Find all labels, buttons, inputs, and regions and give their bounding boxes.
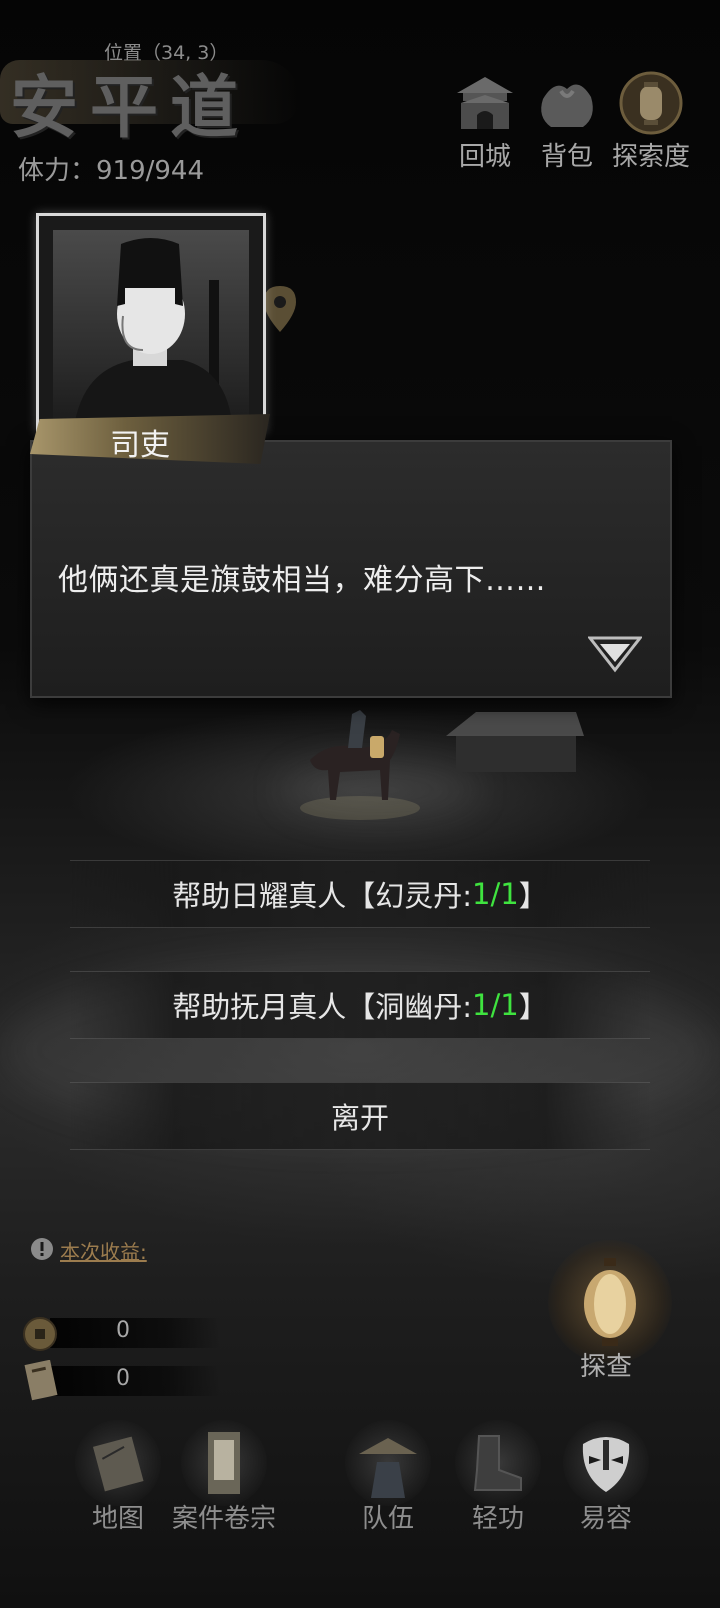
nav-team[interactable]: 队伍 bbox=[328, 1420, 448, 1535]
horse-rider-illustration bbox=[300, 710, 420, 820]
bundle-icon bbox=[534, 70, 600, 136]
official-character-icon bbox=[73, 238, 233, 430]
speaker-name: 司吏 bbox=[110, 428, 170, 463]
choice-text: 帮助抚月真人【洞幽丹: bbox=[172, 990, 473, 1024]
choice-count: 1/1 bbox=[472, 877, 519, 911]
backpack-label: 背包 bbox=[540, 142, 593, 172]
map-scroll-icon bbox=[75, 1420, 161, 1506]
earnings-bar bbox=[50, 1318, 220, 1348]
nav-disguise[interactable]: 易容 bbox=[546, 1420, 666, 1535]
nav-team-label: 队伍 bbox=[361, 1504, 414, 1534]
choice-count: 1/1 bbox=[472, 988, 519, 1022]
team-icon bbox=[345, 1420, 431, 1506]
mask-icon bbox=[563, 1420, 649, 1506]
map-pin-icon bbox=[264, 286, 296, 332]
speaker-portrait bbox=[36, 213, 266, 433]
lantern-icon bbox=[618, 70, 684, 136]
dialog-text: 他俩还真是旗鼓相当，难分高下…… bbox=[58, 563, 546, 598]
house-illustration bbox=[446, 712, 584, 772]
return-city-label: 回城 bbox=[458, 142, 511, 172]
earnings-label[interactable]: 本次收益: bbox=[60, 1236, 147, 1265]
portrait-image bbox=[53, 230, 249, 430]
choice-help-fuyue[interactable]: 帮助抚月真人【洞幽丹: 1/1】 bbox=[70, 971, 650, 1039]
info-alert-icon[interactable] bbox=[30, 1237, 54, 1261]
document-value: 0 bbox=[116, 1366, 130, 1391]
return-city-button[interactable]: 回城 bbox=[440, 70, 530, 173]
lantern-icon bbox=[584, 1258, 636, 1346]
boots-icon bbox=[455, 1420, 541, 1506]
exploration-button[interactable]: 探索度 bbox=[606, 70, 696, 173]
nav-qinggong[interactable]: 轻功 bbox=[438, 1420, 558, 1535]
choice-help-riyao[interactable]: 帮助日耀真人【幻灵丹: 1/1】 bbox=[70, 860, 650, 928]
coin-value: 0 bbox=[116, 1318, 130, 1343]
document-earnings: 0 bbox=[20, 1360, 220, 1401]
document-icon bbox=[24, 1360, 58, 1401]
earnings-bar bbox=[50, 1366, 220, 1396]
choice-leave[interactable]: 离开 bbox=[70, 1082, 650, 1150]
next-arrow-icon[interactable] bbox=[586, 634, 644, 678]
choice-suffix: 】 bbox=[518, 879, 548, 913]
coin-earnings: 0 bbox=[20, 1316, 220, 1351]
coin-icon bbox=[23, 1317, 57, 1351]
nav-qinggong-label: 轻功 bbox=[471, 1504, 524, 1534]
city-gate-icon bbox=[452, 70, 518, 136]
case-file-icon bbox=[181, 1420, 267, 1506]
nav-map-label: 地图 bbox=[91, 1504, 144, 1534]
stamina-display: 体力：919/944 bbox=[18, 156, 205, 186]
choice-text: 离开 bbox=[330, 1101, 389, 1135]
choice-text: 帮助日耀真人【幻灵丹: bbox=[172, 879, 473, 913]
area-title: 安平道 bbox=[10, 68, 251, 148]
choice-suffix: 】 bbox=[518, 990, 548, 1024]
exploration-label: 探索度 bbox=[611, 142, 690, 172]
nav-disguise-label: 易容 bbox=[579, 1504, 632, 1534]
investigate-label: 探查 bbox=[580, 1352, 633, 1382]
nav-case-files-label: 案件卷宗 bbox=[171, 1504, 276, 1534]
backpack-button[interactable]: 背包 bbox=[522, 70, 612, 173]
nav-map[interactable]: 地图 bbox=[58, 1420, 178, 1535]
nav-case-files[interactable]: 案件卷宗 bbox=[164, 1420, 284, 1535]
